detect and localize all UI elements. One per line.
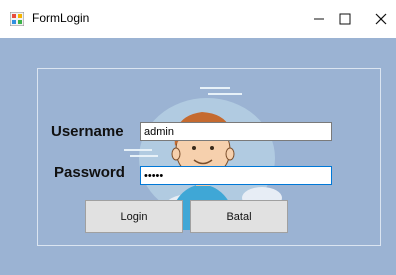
form-client-area: Username Password Login Batal: [0, 38, 396, 275]
maximize-icon: [339, 13, 351, 25]
cancel-button[interactable]: Batal: [190, 200, 288, 233]
login-window: FormLogin Username admin Password ••••• …: [0, 0, 396, 275]
username-label: Username: [51, 123, 124, 140]
password-label: Password: [54, 164, 125, 181]
login-button[interactable]: Login: [85, 200, 183, 233]
password-input[interactable]: [140, 166, 332, 185]
username-input[interactable]: [140, 122, 332, 141]
close-button[interactable]: [358, 0, 396, 38]
window-title: FormLogin: [32, 11, 90, 25]
form-app-icon: [10, 12, 24, 26]
close-icon: [375, 13, 387, 25]
title-bar[interactable]: FormLogin: [0, 0, 396, 38]
